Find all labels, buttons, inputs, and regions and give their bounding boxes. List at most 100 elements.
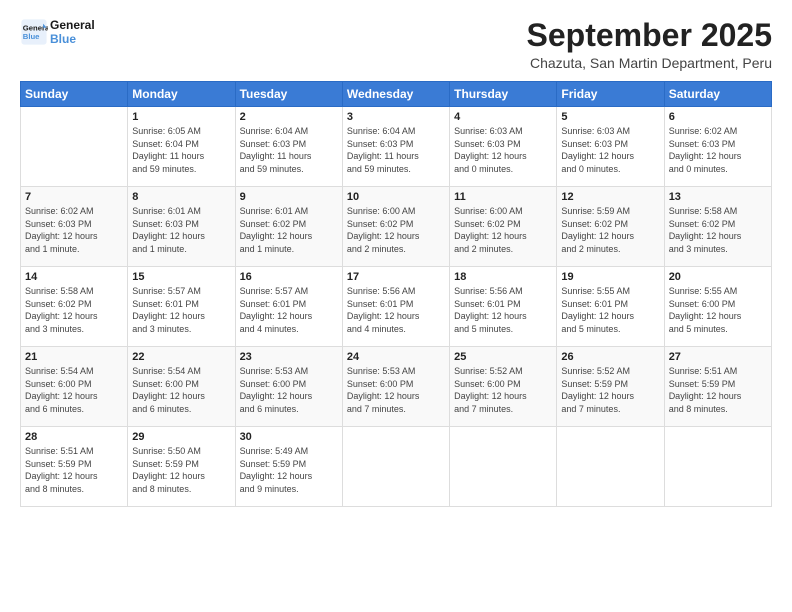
day-info: Sunrise: 5:55 AM Sunset: 6:01 PM Dayligh… (561, 285, 659, 335)
calendar-cell: 7 Sunrise: 6:02 AM Sunset: 6:03 PM Daylig… (21, 187, 128, 267)
day-number: 23 (240, 351, 338, 363)
day-info: Sunrise: 5:51 AM Sunset: 5:59 PM Dayligh… (25, 445, 123, 495)
day-number: 9 (240, 191, 338, 203)
day-number: 14 (25, 271, 123, 283)
calendar-cell (557, 427, 664, 507)
day-info: Sunrise: 5:49 AM Sunset: 5:59 PM Dayligh… (240, 445, 338, 495)
calendar-cell: 28 Sunrise: 5:51 AM Sunset: 5:59 PM Dayli… (21, 427, 128, 507)
day-number: 29 (132, 431, 230, 443)
week-row-1: 1Sunrise: 6:05 AM Sunset: 6:04 PM Daylig… (21, 107, 772, 187)
calendar-cell: 21Sunrise: 5:54 AM Sunset: 6:00 PM Dayli… (21, 347, 128, 427)
svg-text:Blue: Blue (23, 32, 40, 41)
calendar-cell: 18 Sunrise: 5:56 AM Sunset: 6:01 PM Dayli… (450, 267, 557, 347)
day-info: Sunrise: 5:58 AM Sunset: 6:02 PM Dayligh… (669, 205, 767, 255)
logo: General Blue General Blue (20, 18, 95, 47)
calendar-cell: 26 Sunrise: 5:52 AM Sunset: 5:59 PM Dayli… (557, 347, 664, 427)
day-number: 13 (669, 191, 767, 203)
subtitle: Chazuta, San Martin Department, Peru (527, 55, 772, 71)
calendar-cell: 14 Sunrise: 5:58 AM Sunset: 6:02 PM Dayli… (21, 267, 128, 347)
calendar-cell: 3 Sunrise: 6:04 AM Sunset: 6:03 PM Daylig… (342, 107, 449, 187)
day-info: Sunrise: 5:57 AM Sunset: 6:01 PM Dayligh… (132, 285, 230, 335)
calendar-cell: 29 Sunrise: 5:50 AM Sunset: 5:59 PM Dayli… (128, 427, 235, 507)
day-number: 6 (669, 111, 767, 123)
day-info: Sunrise: 6:04 AM Sunset: 6:03 PM Dayligh… (347, 125, 445, 175)
day-info: Sunrise: 5:52 AM Sunset: 6:00 PM Dayligh… (454, 365, 552, 415)
day-number: 3 (347, 111, 445, 123)
calendar-cell (342, 427, 449, 507)
day-number: 12 (561, 191, 659, 203)
day-number: 4 (454, 111, 552, 123)
calendar-cell: 24 Sunrise: 5:53 AM Sunset: 6:00 PM Dayli… (342, 347, 449, 427)
header-row: SundayMondayTuesdayWednesdayThursdayFrid… (21, 82, 772, 107)
calendar-cell: 12 Sunrise: 5:59 AM Sunset: 6:02 PM Dayli… (557, 187, 664, 267)
header-cell-thursday: Thursday (450, 82, 557, 107)
calendar-table: SundayMondayTuesdayWednesdayThursdayFrid… (20, 81, 772, 507)
header-cell-friday: Friday (557, 82, 664, 107)
week-row-5: 28 Sunrise: 5:51 AM Sunset: 5:59 PM Dayli… (21, 427, 772, 507)
day-number: 24 (347, 351, 445, 363)
day-info: Sunrise: 5:50 AM Sunset: 5:59 PM Dayligh… (132, 445, 230, 495)
day-info: Sunrise: 5:54 AM Sunset: 6:00 PM Dayligh… (132, 365, 230, 415)
calendar-cell: 5Sunrise: 6:03 AM Sunset: 6:03 PM Daylig… (557, 107, 664, 187)
header-cell-monday: Monday (128, 82, 235, 107)
day-number: 19 (561, 271, 659, 283)
day-number: 18 (454, 271, 552, 283)
day-number: 5 (561, 111, 659, 123)
header-cell-tuesday: Tuesday (235, 82, 342, 107)
day-number: 10 (347, 191, 445, 203)
day-number: 25 (454, 351, 552, 363)
calendar-cell: 20 Sunrise: 5:55 AM Sunset: 6:00 PM Dayli… (664, 267, 771, 347)
calendar-cell: 6 Sunrise: 6:02 AM Sunset: 6:03 PM Daylig… (664, 107, 771, 187)
day-info: Sunrise: 5:58 AM Sunset: 6:02 PM Dayligh… (25, 285, 123, 335)
day-info: Sunrise: 5:56 AM Sunset: 6:01 PM Dayligh… (454, 285, 552, 335)
day-number: 26 (561, 351, 659, 363)
logo-general: General (50, 18, 95, 32)
calendar-cell: 25 Sunrise: 5:52 AM Sunset: 6:00 PM Dayli… (450, 347, 557, 427)
day-info: Sunrise: 5:55 AM Sunset: 6:00 PM Dayligh… (669, 285, 767, 335)
day-info: Sunrise: 5:53 AM Sunset: 6:00 PM Dayligh… (347, 365, 445, 415)
day-number: 27 (669, 351, 767, 363)
day-number: 28 (25, 431, 123, 443)
day-info: Sunrise: 5:52 AM Sunset: 5:59 PM Dayligh… (561, 365, 659, 415)
month-title: September 2025 (527, 18, 772, 53)
day-number: 20 (669, 271, 767, 283)
title-block: September 2025 Chazuta, San Martin Depar… (527, 18, 772, 71)
calendar-cell: 22Sunrise: 5:54 AM Sunset: 6:00 PM Dayli… (128, 347, 235, 427)
day-number: 11 (454, 191, 552, 203)
calendar-cell: 30Sunrise: 5:49 AM Sunset: 5:59 PM Dayli… (235, 427, 342, 507)
day-number: 7 (25, 191, 123, 203)
day-info: Sunrise: 5:51 AM Sunset: 5:59 PM Dayligh… (669, 365, 767, 415)
day-info: Sunrise: 6:00 AM Sunset: 6:02 PM Dayligh… (347, 205, 445, 255)
header-cell-wednesday: Wednesday (342, 82, 449, 107)
day-info: Sunrise: 6:02 AM Sunset: 6:03 PM Dayligh… (25, 205, 123, 255)
calendar-cell: 10 Sunrise: 6:00 AM Sunset: 6:02 PM Dayli… (342, 187, 449, 267)
day-number: 8 (132, 191, 230, 203)
calendar-cell: 2Sunrise: 6:04 AM Sunset: 6:03 PM Daylig… (235, 107, 342, 187)
calendar-cell: 4 Sunrise: 6:03 AM Sunset: 6:03 PM Daylig… (450, 107, 557, 187)
day-info: Sunrise: 6:02 AM Sunset: 6:03 PM Dayligh… (669, 125, 767, 175)
day-number: 1 (132, 111, 230, 123)
calendar-cell: 9 Sunrise: 6:01 AM Sunset: 6:02 PM Daylig… (235, 187, 342, 267)
calendar-cell: 19 Sunrise: 5:55 AM Sunset: 6:01 PM Dayli… (557, 267, 664, 347)
day-info: Sunrise: 6:01 AM Sunset: 6:03 PM Dayligh… (132, 205, 230, 255)
header-cell-sunday: Sunday (21, 82, 128, 107)
calendar-cell: 11Sunrise: 6:00 AM Sunset: 6:02 PM Dayli… (450, 187, 557, 267)
day-number: 17 (347, 271, 445, 283)
week-row-3: 14 Sunrise: 5:58 AM Sunset: 6:02 PM Dayli… (21, 267, 772, 347)
day-info: Sunrise: 5:54 AM Sunset: 6:00 PM Dayligh… (25, 365, 123, 415)
calendar-cell (450, 427, 557, 507)
calendar-cell: 13 Sunrise: 5:58 AM Sunset: 6:02 PM Dayli… (664, 187, 771, 267)
week-row-2: 7 Sunrise: 6:02 AM Sunset: 6:03 PM Daylig… (21, 187, 772, 267)
day-info: Sunrise: 5:57 AM Sunset: 6:01 PM Dayligh… (240, 285, 338, 335)
day-number: 15 (132, 271, 230, 283)
day-info: Sunrise: 5:59 AM Sunset: 6:02 PM Dayligh… (561, 205, 659, 255)
day-info: Sunrise: 6:03 AM Sunset: 6:03 PM Dayligh… (454, 125, 552, 175)
calendar-cell: 27 Sunrise: 5:51 AM Sunset: 5:59 PM Dayli… (664, 347, 771, 427)
calendar-cell: 15 Sunrise: 5:57 AM Sunset: 6:01 PM Dayli… (128, 267, 235, 347)
calendar-cell (21, 107, 128, 187)
day-info: Sunrise: 5:53 AM Sunset: 6:00 PM Dayligh… (240, 365, 338, 415)
day-info: Sunrise: 6:01 AM Sunset: 6:02 PM Dayligh… (240, 205, 338, 255)
calendar-cell: 16 Sunrise: 5:57 AM Sunset: 6:01 PM Dayli… (235, 267, 342, 347)
day-number: 16 (240, 271, 338, 283)
header-cell-saturday: Saturday (664, 82, 771, 107)
